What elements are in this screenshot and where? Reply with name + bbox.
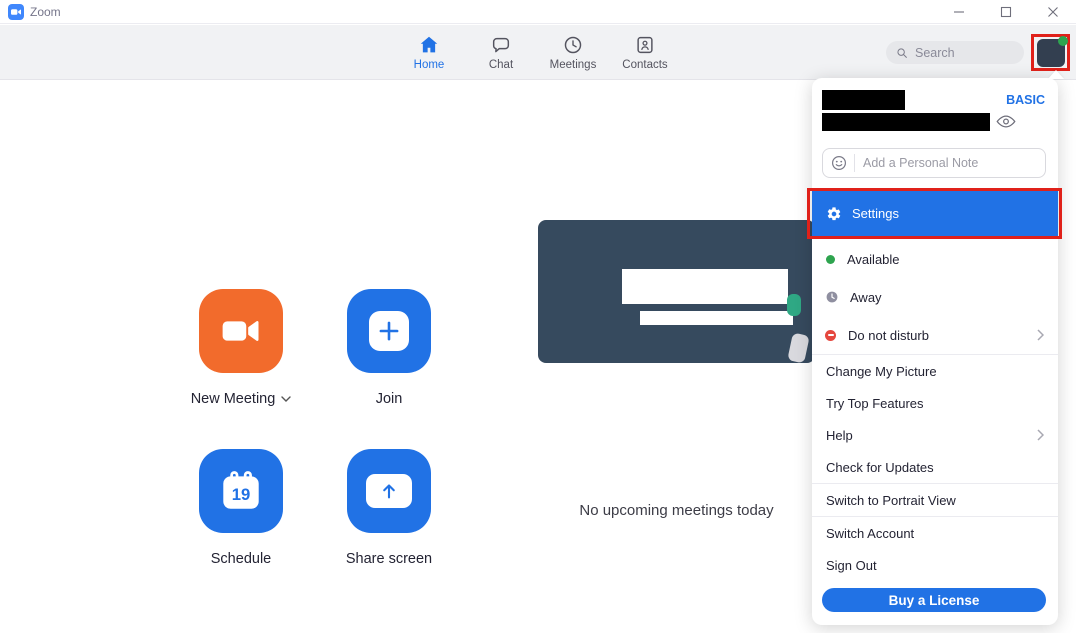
window-controls <box>935 0 1076 24</box>
zoom-app-window: Zoom Home C <box>0 0 1076 633</box>
header-bar: Home Chat Meetings Contacts <box>0 25 1076 80</box>
tab-chat-label: Chat <box>489 59 513 71</box>
profile-menu: BASIC Add a Personal Note Settings Avail… <box>812 78 1058 625</box>
search-placeholder: Search <box>915 46 955 60</box>
dropdown-pointer <box>1048 70 1064 79</box>
clock-icon <box>562 34 584 56</box>
redacted-user-email <box>822 113 990 131</box>
check-for-updates-label: Check for Updates <box>826 460 1044 475</box>
status-away-label: Away <box>850 290 1044 305</box>
title-bar: Zoom <box>0 0 1076 24</box>
switch-to-portrait-view-label: Switch to Portrait View <box>826 493 1044 508</box>
home-icon <box>418 34 440 56</box>
status-away[interactable]: Away <box>812 278 1058 316</box>
redacted-meeting-date <box>640 311 793 325</box>
main-nav: Home Chat Meetings Contacts <box>401 29 673 75</box>
away-clock-icon <box>826 291 838 303</box>
minimize-button[interactable] <box>935 0 982 24</box>
buy-license-button[interactable]: Buy a License <box>822 588 1046 612</box>
settings-highlight-box <box>807 188 1062 239</box>
card-decoration <box>787 333 809 364</box>
menu-item-check-for-updates[interactable]: Check for Updates <box>812 451 1058 483</box>
schedule-button[interactable]: 19 Schedule <box>199 449 283 567</box>
switch-account-label: Switch Account <box>826 526 1044 541</box>
status-available[interactable]: Available <box>812 240 1058 278</box>
avatar-highlight-box <box>1031 34 1070 71</box>
presence-dot-icon <box>1058 36 1068 46</box>
emoji-icon[interactable] <box>823 154 855 172</box>
personal-note-placeholder: Add a Personal Note <box>855 156 978 170</box>
chevron-right-icon <box>1037 429 1044 441</box>
new-meeting-label: New Meeting <box>191 391 276 407</box>
tab-contacts-label: Contacts <box>622 59 667 71</box>
calendar-icon: 19 <box>216 466 266 516</box>
plan-badge: BASIC <box>1006 93 1045 107</box>
change-my-picture-label: Change My Picture <box>826 364 1044 379</box>
menu-item-sign-out[interactable]: Sign Out <box>812 549 1058 581</box>
eye-icon[interactable] <box>996 114 1016 129</box>
card-decoration <box>787 294 801 316</box>
menu-item-try-top-features[interactable]: Try Top Features <box>812 387 1058 419</box>
redacted-meeting-time <box>622 269 788 304</box>
menu-item-settings[interactable]: Settings <box>812 191 1058 236</box>
zoom-logo-icon <box>8 4 24 20</box>
contacts-icon <box>634 34 656 56</box>
profile-menu-body: Available Away Do not disturb Change My … <box>812 240 1058 581</box>
search-input[interactable]: Search <box>886 41 1024 64</box>
available-dot-icon <box>826 255 835 264</box>
plus-icon <box>369 311 409 351</box>
gear-icon <box>826 206 842 222</box>
calendar-date: 19 <box>232 485 251 504</box>
menu-item-change-my-picture[interactable]: Change My Picture <box>812 355 1058 387</box>
try-top-features-label: Try Top Features <box>826 396 1044 411</box>
join-button[interactable]: Join <box>347 289 431 407</box>
chevron-down-icon[interactable] <box>281 396 291 402</box>
arrow-up-icon <box>366 474 412 508</box>
status-available-label: Available <box>847 252 1044 267</box>
menu-item-help[interactable]: Help <box>812 419 1058 451</box>
help-label: Help <box>826 428 1037 443</box>
tab-home-label: Home <box>414 59 445 71</box>
close-button[interactable] <box>1029 0 1076 24</box>
sign-out-label: Sign Out <box>826 558 1044 573</box>
tab-meetings-label: Meetings <box>550 59 597 71</box>
no-meetings-message: No upcoming meetings today <box>538 502 815 519</box>
maximize-button[interactable] <box>982 0 1029 24</box>
tab-meetings[interactable]: Meetings <box>545 29 601 75</box>
redacted-user-name <box>822 90 905 110</box>
menu-item-switch-to-portrait-view[interactable]: Switch to Portrait View <box>812 484 1058 516</box>
chevron-right-icon <box>1037 329 1044 341</box>
window-title: Zoom <box>30 0 61 24</box>
chat-icon <box>490 34 512 56</box>
dnd-dot-icon <box>825 330 836 341</box>
status-dnd-label: Do not disturb <box>848 328 1025 343</box>
join-label: Join <box>376 391 403 407</box>
settings-label: Settings <box>852 206 899 221</box>
tab-contacts[interactable]: Contacts <box>617 29 673 75</box>
share-screen-label: Share screen <box>346 551 432 567</box>
meeting-card <box>538 220 815 363</box>
personal-note-input[interactable]: Add a Personal Note <box>822 148 1046 178</box>
share-screen-button[interactable]: Share screen <box>347 449 431 567</box>
search-icon <box>895 46 909 60</box>
tab-chat[interactable]: Chat <box>473 29 529 75</box>
schedule-label: Schedule <box>211 551 271 567</box>
tab-home[interactable]: Home <box>401 29 457 75</box>
video-camera-icon <box>220 310 262 352</box>
status-do-not-disturb[interactable]: Do not disturb <box>812 316 1058 354</box>
menu-item-switch-account[interactable]: Switch Account <box>812 517 1058 549</box>
new-meeting-button[interactable]: New Meeting <box>199 289 283 407</box>
